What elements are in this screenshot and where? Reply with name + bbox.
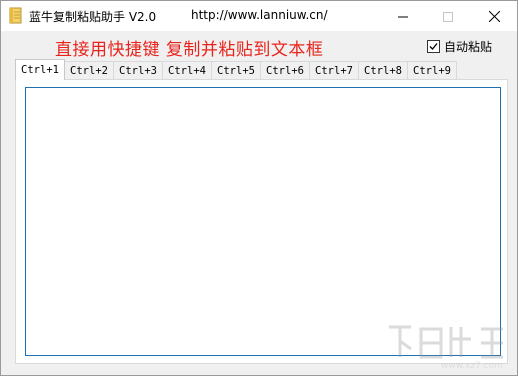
minimize-icon <box>398 7 408 26</box>
watermark-logo-icon <box>389 325 503 359</box>
notebook-icon <box>9 7 23 24</box>
title-bar[interactable]: 蓝牛复制粘贴助手 V2.0 http://www.lanniuw.cn/ <box>1 1 517 31</box>
tab-ctrl-4[interactable]: Ctrl+4 <box>162 61 212 79</box>
site-watermark: www.xz7.com <box>381 319 511 373</box>
close-button[interactable] <box>472 1 516 31</box>
checkbox-box[interactable] <box>427 40 440 53</box>
tab-ctrl-5[interactable]: Ctrl+5 <box>211 61 261 79</box>
close-icon <box>488 7 500 26</box>
headline-text: 直接用快捷键 复制并粘贴到文本框 <box>55 40 324 60</box>
autopaste-checkbox[interactable]: 自动粘贴 <box>427 38 492 55</box>
maximize-icon <box>443 7 453 26</box>
minimize-button[interactable] <box>381 1 425 31</box>
tab-ctrl-9[interactable]: Ctrl+9 <box>407 61 457 79</box>
tab-ctrl-8[interactable]: Ctrl+8 <box>358 61 408 79</box>
tab-ctrl-7[interactable]: Ctrl+7 <box>309 61 359 79</box>
tab-ctrl-6[interactable]: Ctrl+6 <box>260 61 310 79</box>
watermark-text: www.xz7.com <box>441 361 503 371</box>
tab-ctrl-3[interactable]: Ctrl+3 <box>113 61 163 79</box>
window-title: 蓝牛复制粘贴助手 V2.0 <box>29 10 157 24</box>
autopaste-label: 自动粘贴 <box>444 40 493 54</box>
maximize-button[interactable] <box>426 1 470 31</box>
tab-strip: Ctrl+1 Ctrl+2 Ctrl+3 Ctrl+4 Ctrl+5 Ctrl+… <box>15 59 457 80</box>
window-url: http://www.lanniuw.cn/ <box>191 8 328 22</box>
clipboard-text-area[interactable] <box>25 87 501 356</box>
tab-ctrl-2[interactable]: Ctrl+2 <box>64 61 114 79</box>
tab-ctrl-1[interactable]: Ctrl+1 <box>15 59 65 80</box>
checkmark-icon <box>429 43 438 50</box>
app-window: 蓝牛复制粘贴助手 V2.0 http://www.lanniuw.cn/ 直接用… <box>0 0 518 376</box>
